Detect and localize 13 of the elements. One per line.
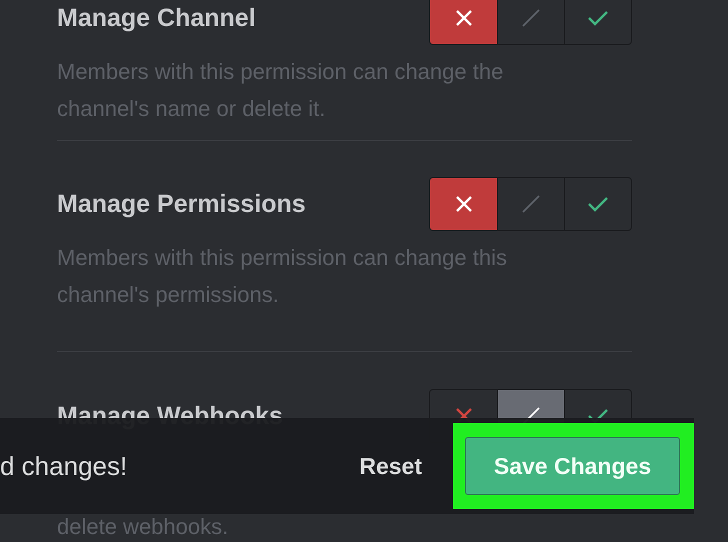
- permission-title: Manage Webhooks: [57, 402, 283, 430]
- close-icon: [454, 194, 474, 214]
- close-icon: [454, 8, 474, 28]
- reset-button[interactable]: Reset: [359, 444, 422, 488]
- slash-icon: [520, 193, 542, 215]
- permission-toggle-option[interactable]: [430, 178, 497, 230]
- permission-title: Manage Channel: [57, 4, 256, 32]
- permission-title: Manage Permissions: [57, 190, 306, 218]
- unsaved-message: d changes!: [0, 450, 128, 482]
- check-icon: [586, 8, 610, 28]
- check-icon: [586, 194, 610, 214]
- slash-icon: [520, 7, 542, 29]
- permission-toggle-option[interactable]: [430, 0, 497, 44]
